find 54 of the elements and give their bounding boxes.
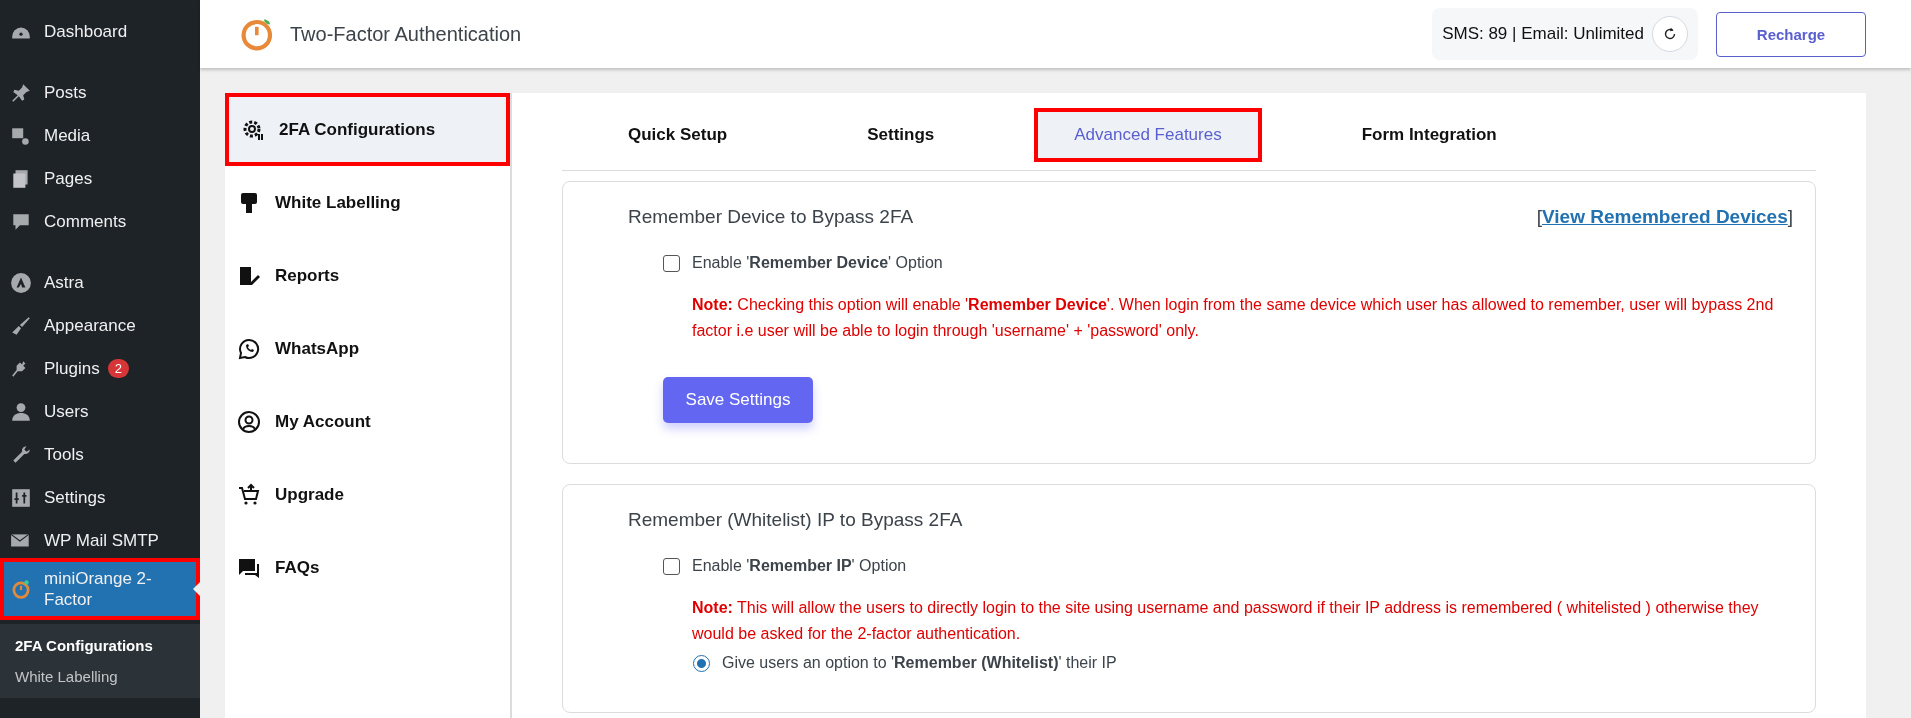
section-title: Remember Device to Bypass 2FA	[628, 206, 914, 228]
save-settings-button[interactable]: Save Settings	[663, 377, 813, 424]
nav-item[interactable]: WhatsApp	[225, 312, 510, 385]
tab[interactable]: Form Integration	[1321, 108, 1537, 162]
admin-menu-item[interactable]: Pages	[0, 157, 200, 200]
nav-item[interactable]: FAQs	[225, 531, 510, 604]
nav-item[interactable]: White Labelling	[225, 166, 510, 239]
submenu-item[interactable]: 2FA Configurations	[0, 630, 200, 661]
option-label: Enable 'Remember Device' Option	[692, 254, 943, 272]
refresh-button[interactable]	[1652, 16, 1688, 52]
nav-item[interactable]: My Account	[225, 385, 510, 458]
tab[interactable]: Advanced Features	[1034, 108, 1262, 162]
page-title: Two-Factor Authentication	[290, 22, 522, 46]
section-title: Remember (Whitelist) IP to Bypass 2FA	[628, 509, 963, 532]
admin-menu-item[interactable]: Dashboard	[0, 10, 200, 53]
admin-menu-item[interactable]: Posts	[0, 71, 200, 114]
bracket-text: [	[1536, 206, 1542, 227]
admin-menu-item[interactable]: Tools	[0, 433, 200, 476]
credits-text: SMS: 89 | Email: Unlimited	[1442, 24, 1644, 44]
checkbox[interactable]	[663, 557, 680, 575]
recharge-button[interactable]: Recharge	[1716, 11, 1866, 57]
admin-menu-item[interactable]: Plugins 2	[0, 347, 200, 390]
checkbox[interactable]	[663, 254, 680, 272]
astra-icon	[10, 271, 32, 294]
bracket-text: ]	[1787, 206, 1793, 227]
submenu-item[interactable]: White Labelling	[0, 661, 200, 692]
tab[interactable]: Quick Setup	[588, 108, 768, 162]
nav-item[interactable]: Upgrade	[225, 458, 510, 531]
user-icon	[10, 400, 32, 423]
tab[interactable]: Settings	[827, 108, 975, 162]
admin-menu-item[interactable]: Comments	[0, 200, 200, 243]
count-badge: 2	[107, 359, 129, 378]
cart-icon	[237, 482, 261, 507]
timer-icon	[10, 578, 32, 600]
sliders-icon	[10, 486, 32, 509]
admin-menu-item[interactable]: miniOrange 2-Factor	[0, 558, 200, 620]
pin-icon	[10, 81, 32, 104]
user-circle-icon	[237, 409, 261, 434]
note-text: Note: Checking this option will enable 'Remember Device'. When login from the same device which user has allowed to remember, user will bypass 2nd factor i.e user will be able to login through 'username' + 'password' only.	[692, 295, 1775, 341]
option-label: Give users an option to 'Remember (Whitelist)' their IP	[722, 654, 1117, 673]
chat-phone-icon	[237, 336, 261, 361]
brush-icon	[10, 314, 32, 337]
admin-menu-item[interactable]: Appearance	[0, 304, 200, 347]
admin-menu-item[interactable]: Settings	[0, 476, 200, 519]
admin-menu-item[interactable]: Astra	[0, 261, 200, 304]
view-devices-link[interactable]: View Remembered Devices	[1542, 206, 1788, 227]
note-text: Note: This will allow the users to directly login to the site using username and password if their IP address is remembered ( whitelisted ) otherwise they would be asked for the 2-factor authentication.	[692, 598, 1760, 644]
nav-item[interactable]: Reports	[225, 239, 510, 312]
admin-menu-item[interactable]: Users	[0, 390, 200, 433]
option-label: Enable 'Remember IP' Option	[692, 557, 907, 576]
wrench-icon	[10, 443, 32, 466]
nav-item[interactable]: 2FA Configurations	[225, 93, 510, 166]
admin-menu-item[interactable]: Media	[0, 114, 200, 157]
radio-button[interactable]	[693, 654, 710, 672]
